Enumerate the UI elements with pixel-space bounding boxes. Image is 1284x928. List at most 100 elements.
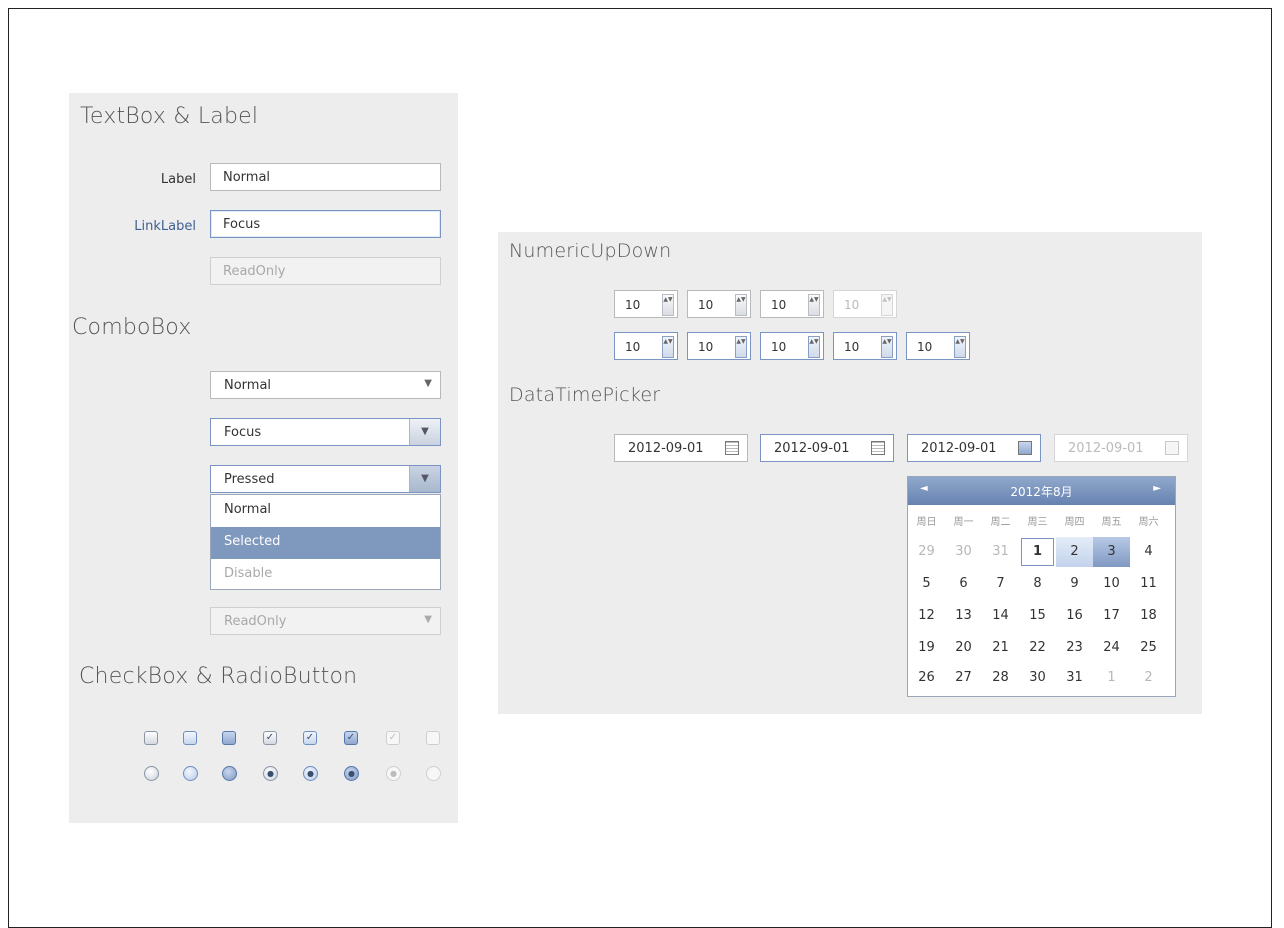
calendar-icon[interactable]: [871, 441, 885, 455]
numeric-updown-focus[interactable]: 10 ▲▼: [833, 332, 897, 360]
calendar-day[interactable]: 12: [908, 601, 945, 631]
spin-icon[interactable]: ▲▼: [808, 336, 820, 358]
calendar-day[interactable]: 7: [982, 569, 1019, 599]
textbox-readonly[interactable]: ReadOnly: [210, 257, 441, 285]
calendar-day[interactable]: 9: [1056, 569, 1093, 599]
calendar-day[interactable]: 8: [1019, 569, 1056, 599]
numeric-updown-focus[interactable]: 10 ▲▼: [614, 332, 678, 360]
chevron-down-icon: ▼: [424, 378, 432, 389]
radio-checked-disabled: ●: [386, 766, 401, 781]
calendar-day[interactable]: 15: [1019, 601, 1056, 631]
chevron-down-icon[interactable]: ▼: [409, 419, 440, 445]
calendar-day[interactable]: 25: [1130, 633, 1167, 663]
next-month-icon[interactable]: ►: [1153, 483, 1161, 494]
calendar-day[interactable]: 1: [1093, 663, 1130, 693]
checkbox-unchecked-hover[interactable]: [183, 731, 197, 745]
calendar-day[interactable]: 27: [945, 663, 982, 693]
calendar-day[interactable]: 17: [1093, 601, 1130, 631]
textbox-focus[interactable]: Focus: [210, 210, 441, 238]
numeric-value: 10: [698, 298, 714, 312]
calendar-icon[interactable]: [1018, 441, 1032, 455]
calendar-day-today[interactable]: 1: [1019, 537, 1056, 567]
calendar-day-hover[interactable]: 2: [1056, 537, 1093, 567]
numeric-updown-hover[interactable]: 10 ▲▼: [687, 290, 751, 318]
calendar-day-selected[interactable]: 3: [1093, 537, 1130, 567]
checkbox-checked-hover[interactable]: ✓: [303, 731, 317, 745]
combobox-readonly[interactable]: ReadOnly ▼: [210, 607, 441, 635]
calendar-day[interactable]: 19: [908, 633, 945, 663]
calendar-icon[interactable]: [725, 441, 739, 455]
combobox-pressed[interactable]: Pressed ▼: [210, 465, 441, 493]
calendar-day[interactable]: 31: [982, 537, 1019, 567]
spin-icon[interactable]: ▲▼: [735, 294, 747, 316]
plain-label: Label: [160, 172, 196, 187]
dropdown-item-disabled: Disable: [224, 566, 273, 581]
numeric-updown-pressed[interactable]: 10 ▲▼: [760, 290, 824, 318]
calendar-day[interactable]: 21: [982, 633, 1019, 663]
checkbox-checked-pressed[interactable]: ✓: [344, 731, 358, 745]
radio-unchecked-pressed[interactable]: [222, 766, 237, 781]
numeric-updown-focus[interactable]: 10 ▲▼: [687, 332, 751, 360]
checkbox-unchecked-normal[interactable]: [144, 731, 158, 745]
calendar-day[interactable]: 26: [908, 663, 945, 693]
combobox-normal-value: Normal: [224, 378, 272, 393]
numeric-updown-focus[interactable]: 10 ▲▼: [906, 332, 970, 360]
calendar-day[interactable]: 11: [1130, 569, 1167, 599]
calendar-day[interactable]: 30: [945, 537, 982, 567]
spin-icon[interactable]: ▲▼: [662, 336, 674, 358]
spin-icon[interactable]: ▲▼: [662, 294, 674, 316]
checkbox-checked-normal[interactable]: ✓: [263, 731, 277, 745]
calendar-day[interactable]: 28: [982, 663, 1019, 693]
calendar-day[interactable]: 13: [945, 601, 982, 631]
link-label[interactable]: LinkLabel: [86, 219, 196, 234]
datetimepicker-focus[interactable]: 2012-09-01: [760, 434, 894, 462]
calendar-day[interactable]: 20: [945, 633, 982, 663]
checkbox-unchecked-disabled: [426, 731, 440, 745]
spin-icon[interactable]: ▲▼: [954, 336, 966, 358]
calendar-day[interactable]: 6: [945, 569, 982, 599]
calendar-day[interactable]: 22: [1019, 633, 1056, 663]
calendar-day[interactable]: 24: [1093, 633, 1130, 663]
calendar-day[interactable]: 14: [982, 601, 1019, 631]
dropdown-item-selected[interactable]: Selected: [211, 527, 440, 559]
numeric-value: 10: [917, 340, 933, 354]
spin-icon[interactable]: ▲▼: [735, 336, 747, 358]
numeric-updown-normal[interactable]: 10 ▲▼: [614, 290, 678, 318]
checkbox-unchecked-pressed[interactable]: [222, 731, 236, 745]
datetimepicker-normal[interactable]: 2012-09-01: [614, 434, 748, 462]
chevron-down-icon[interactable]: ▼: [409, 466, 440, 492]
spin-icon[interactable]: ▲▼: [881, 336, 893, 358]
textbox-normal[interactable]: Normal: [210, 163, 441, 191]
numeric-updown-focus[interactable]: 10 ▲▼: [760, 332, 824, 360]
dropdown-item-normal[interactable]: Normal: [211, 495, 440, 527]
radio-checked-hover[interactable]: ●: [303, 766, 318, 781]
radio-unchecked-hover[interactable]: [183, 766, 198, 781]
calendar-day[interactable]: 10: [1093, 569, 1130, 599]
radio-checked-pressed[interactable]: ●: [344, 766, 359, 781]
spin-icon[interactable]: ▲▼: [808, 294, 820, 316]
numeric-section-title: NumericUpDown: [509, 240, 672, 262]
calendar-day[interactable]: 18: [1130, 601, 1167, 631]
calendar-day[interactable]: 31: [1056, 663, 1093, 693]
calendar-icon: [1165, 441, 1179, 455]
combobox-focus[interactable]: Focus ▼: [210, 418, 441, 446]
calendar-day[interactable]: 30: [1019, 663, 1056, 693]
weekday-label: 周四: [1064, 517, 1085, 528]
datetimepicker-pressed[interactable]: 2012-09-01: [907, 434, 1041, 462]
calendar-day[interactable]: 4: [1130, 537, 1167, 567]
numeric-value: 10: [844, 298, 860, 312]
weekday-label: 周二: [990, 517, 1011, 528]
calendar-day[interactable]: 23: [1056, 633, 1093, 663]
calendar-day[interactable]: 16: [1056, 601, 1093, 631]
numeric-value: 10: [625, 298, 641, 312]
weekday-label: 周六: [1138, 517, 1159, 528]
calendar-day[interactable]: 5: [908, 569, 945, 599]
combobox-normal[interactable]: Normal ▼: [210, 371, 441, 399]
numeric-value: 10: [771, 298, 787, 312]
numeric-value: 10: [698, 340, 714, 354]
radio-unchecked-normal[interactable]: [144, 766, 159, 781]
radio-checked-normal[interactable]: ●: [263, 766, 278, 781]
calendar-day[interactable]: 2: [1130, 663, 1167, 693]
calendar-day[interactable]: 29: [908, 537, 945, 567]
weekday-label: 周一: [953, 517, 974, 528]
